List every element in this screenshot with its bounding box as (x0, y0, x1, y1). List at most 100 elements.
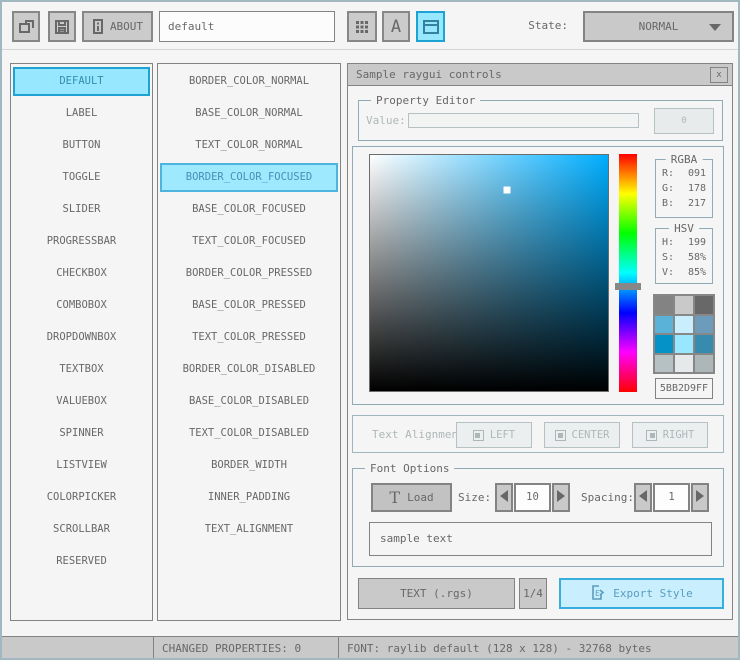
color-swatch[interactable] (675, 315, 693, 333)
align-left-label: LEFT (489, 429, 516, 441)
g-value: 178 (687, 183, 706, 194)
status-bar: CHANGED PROPERTIES: 0 FONT: raylib defau… (2, 636, 738, 658)
export-style-label: Export Style (613, 587, 693, 600)
color-swatch[interactable] (655, 315, 673, 333)
list-item[interactable]: TEXTBOX (13, 355, 150, 384)
list-item[interactable]: BASE_COLOR_DISABLED (160, 387, 338, 416)
status-changed-properties: CHANGED PROPERTIES: 0 (154, 637, 339, 658)
list-item[interactable]: LISTVIEW (13, 451, 150, 480)
list-item[interactable]: TEXT_ALIGNMENT (160, 515, 338, 544)
list-item[interactable]: COMBOBOX (13, 291, 150, 320)
list-item[interactable]: BASE_COLOR_FOCUSED (160, 195, 338, 224)
list-item[interactable]: PROGRESSBAR (13, 227, 150, 256)
save-button[interactable] (48, 11, 76, 42)
controls-listview[interactable]: DEFAULT LABEL BUTTON TOGGLE SLIDER PROGRESSBA… (10, 63, 153, 621)
size-increase-button[interactable] (552, 483, 570, 512)
list-item[interactable]: BORDER_WIDTH (160, 451, 338, 480)
align-center-button[interactable]: CENTER (544, 422, 620, 448)
arrow-right-icon (557, 489, 565, 502)
list-item[interactable]: BORDER_COLOR_PRESSED (160, 259, 338, 288)
color-picker-group: RGBA R: 091 G: 178 B: 217 HSV H: 199 S: … (352, 146, 724, 405)
export-style-button[interactable]: E Export Style (559, 578, 724, 609)
info-icon (92, 18, 104, 35)
hsv-v-row: V: 85% (656, 265, 712, 280)
chevron-down-icon (709, 24, 721, 31)
open-file-button[interactable] (12, 11, 40, 42)
color-swatch[interactable] (655, 354, 673, 372)
align-right-icon (645, 429, 657, 441)
list-item[interactable]: VALUEBOX (13, 387, 150, 416)
rgba-group: RGBA R: 091 G: 178 B: 217 (655, 153, 713, 218)
about-button[interactable]: ABOUT (82, 11, 153, 42)
font-view-button[interactable]: A (382, 11, 410, 42)
color-swatch[interactable] (695, 315, 713, 333)
list-item[interactable]: LABEL (13, 99, 150, 128)
list-item[interactable]: INNER_PADDING (160, 483, 338, 512)
list-item[interactable]: BUTTON (13, 131, 150, 160)
color-swatch[interactable] (695, 296, 713, 314)
hue-slider-handle[interactable] (615, 282, 641, 290)
style-name-input[interactable] (159, 11, 335, 42)
list-item[interactable]: SCROLLBAR (13, 515, 150, 544)
color-swatch[interactable] (675, 335, 693, 353)
list-item[interactable]: SLIDER (13, 195, 150, 224)
hue-slider[interactable] (615, 154, 641, 392)
size-decrease-button[interactable] (495, 483, 513, 512)
property-editor-label: Property Editor (371, 94, 481, 107)
color-swatch[interactable] (695, 335, 713, 353)
list-item[interactable]: TEXT_COLOR_NORMAL (160, 131, 338, 160)
sample-window: Sample raygui controls x Property Editor… (347, 63, 733, 620)
spacing-value: 1 (653, 483, 690, 512)
align-right-button[interactable]: RIGHT (632, 422, 708, 448)
format-page-button[interactable]: 1/4 (519, 578, 547, 609)
value-input[interactable] (408, 113, 639, 128)
sample-window-titlebar[interactable]: Sample raygui controls x (348, 64, 732, 86)
list-item[interactable]: RESERVED (13, 547, 150, 576)
list-item[interactable]: BORDER_COLOR_NORMAL (160, 67, 338, 96)
close-button[interactable]: x (710, 67, 728, 83)
list-item[interactable]: DEFAULT (13, 67, 150, 96)
spacing-decrease-button[interactable] (634, 483, 652, 512)
close-icon: x (716, 70, 722, 80)
spacing-increase-button[interactable] (691, 483, 709, 512)
value-label: Value: (366, 114, 406, 127)
grid-view-button[interactable] (347, 11, 377, 42)
color-cursor[interactable] (503, 186, 511, 194)
size-label: Size: (458, 491, 492, 504)
saturation-value-picker[interactable] (369, 154, 609, 392)
list-item[interactable]: BORDER_COLOR_FOCUSED (160, 163, 338, 192)
state-dropdown[interactable]: NORMAL (583, 11, 734, 42)
color-swatch[interactable] (655, 335, 673, 353)
list-item[interactable]: DROPDOWNBOX (13, 323, 150, 352)
hex-color-value: 5BB2D9FF (655, 378, 713, 399)
grid-icon (355, 20, 369, 34)
properties-listview[interactable]: BORDER_COLOR_NORMAL BASE_COLOR_NORMAL TEXT… (157, 63, 341, 621)
list-item[interactable]: BORDER_COLOR_DISABLED (160, 355, 338, 384)
state-dropdown-value: NORMAL (638, 20, 679, 33)
export-format-button[interactable]: TEXT (.rgs) (358, 578, 515, 609)
list-item[interactable]: COLORPICKER (13, 483, 150, 512)
font-load-button[interactable]: T Load (371, 483, 452, 512)
align-left-button[interactable]: LEFT (456, 422, 532, 448)
list-item[interactable]: TEXT_COLOR_FOCUSED (160, 227, 338, 256)
style-color-palette (653, 294, 715, 374)
about-label: ABOUT (109, 20, 144, 33)
color-swatch[interactable] (695, 354, 713, 372)
status-font-info: FONT: raylib default (128 x 128) - 32768… (347, 642, 652, 655)
hsv-h-row: H: 199 (656, 235, 712, 250)
list-item[interactable]: TEXT_COLOR_DISABLED (160, 419, 338, 448)
layout-view-button[interactable] (416, 11, 445, 42)
list-item[interactable]: TOGGLE (13, 163, 150, 192)
color-swatch[interactable] (675, 354, 693, 372)
sample-window-title: Sample raygui controls (356, 68, 502, 81)
list-item[interactable]: BASE_COLOR_NORMAL (160, 99, 338, 128)
list-item[interactable]: BASE_COLOR_PRESSED (160, 291, 338, 320)
color-swatch[interactable] (655, 296, 673, 314)
align-left-icon (472, 429, 484, 441)
list-item[interactable]: SPINNER (13, 419, 150, 448)
list-item[interactable]: CHECKBOX (13, 259, 150, 288)
color-swatch[interactable] (675, 296, 693, 314)
list-item[interactable]: TEXT_COLOR_PRESSED (160, 323, 338, 352)
rgba-r-row: R: 091 (656, 166, 712, 181)
value-zero-button[interactable]: 0 (654, 108, 714, 134)
